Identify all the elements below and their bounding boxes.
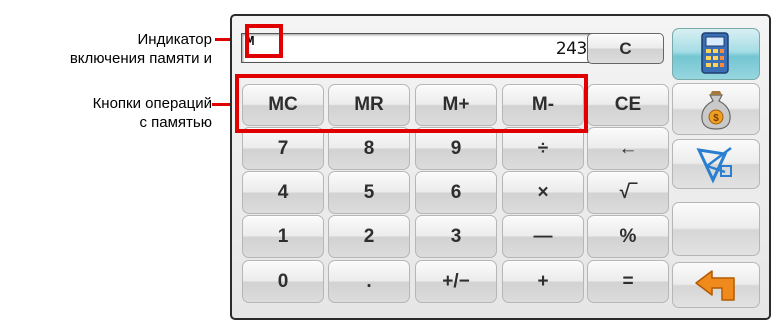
calculator-icon [701, 32, 729, 74]
digit-0-button[interactable]: 0 [242, 260, 324, 303]
multiply-button[interactable]: × [502, 171, 584, 214]
plus-button[interactable]: + [502, 260, 584, 303]
back-tab[interactable] [672, 262, 760, 308]
memory-buttons-caption: Кнопки операций с памятью [93, 94, 212, 132]
calculator-tab[interactable] [672, 28, 760, 80]
money-bag-icon: $ [701, 91, 731, 130]
equals-button[interactable]: = [587, 260, 669, 303]
sign-toggle-button[interactable]: +/− [415, 260, 497, 303]
ce-button[interactable]: CE [587, 84, 669, 126]
percent-button[interactable]: % [587, 215, 669, 258]
digit-1-button[interactable]: 1 [242, 215, 324, 258]
memory-indicator-caption: Индикатор включения памяти и [70, 30, 212, 68]
digit-9-button[interactable]: 9 [415, 127, 497, 170]
memory-buttons-highlight [235, 74, 588, 133]
caption-line: Индикатор [137, 31, 213, 48]
divide-button[interactable]: ÷ [502, 127, 584, 170]
digit-4-button[interactable]: 4 [242, 171, 324, 214]
minus-button[interactable]: — [502, 215, 584, 258]
memory-indicator-highlight [245, 24, 283, 58]
square-root-button[interactable]: √‾ [587, 171, 669, 214]
clear-button[interactable]: C [587, 33, 664, 64]
digit-8-button[interactable]: 8 [328, 127, 410, 170]
currency-converter-tab[interactable]: $ [672, 83, 760, 135]
digit-5-button[interactable]: 5 [328, 171, 410, 214]
digit-6-button[interactable]: 6 [415, 171, 497, 214]
calculator-window: M 2433. C MC MR M+ M- CE 7 8 9 ÷ ← 4 5 6… [230, 14, 771, 320]
caption-line: включения памяти и [69, 50, 212, 67]
digit-3-button[interactable]: 3 [415, 215, 497, 258]
converter-icon [696, 147, 732, 184]
svg-text:$: $ [713, 113, 719, 124]
caption-line: Кнопки операций [92, 95, 212, 112]
unit-converter-tab[interactable] [672, 139, 760, 189]
digit-2-button[interactable]: 2 [328, 215, 410, 258]
calculator-display: M 2433. [241, 33, 611, 63]
digit-7-button[interactable]: 7 [242, 127, 324, 170]
caption-line: с памятью [139, 114, 212, 131]
empty-tab [672, 202, 760, 256]
decimal-point-button[interactable]: . [328, 260, 410, 303]
back-arrow-icon [695, 270, 735, 301]
backspace-button[interactable]: ← [587, 127, 669, 170]
